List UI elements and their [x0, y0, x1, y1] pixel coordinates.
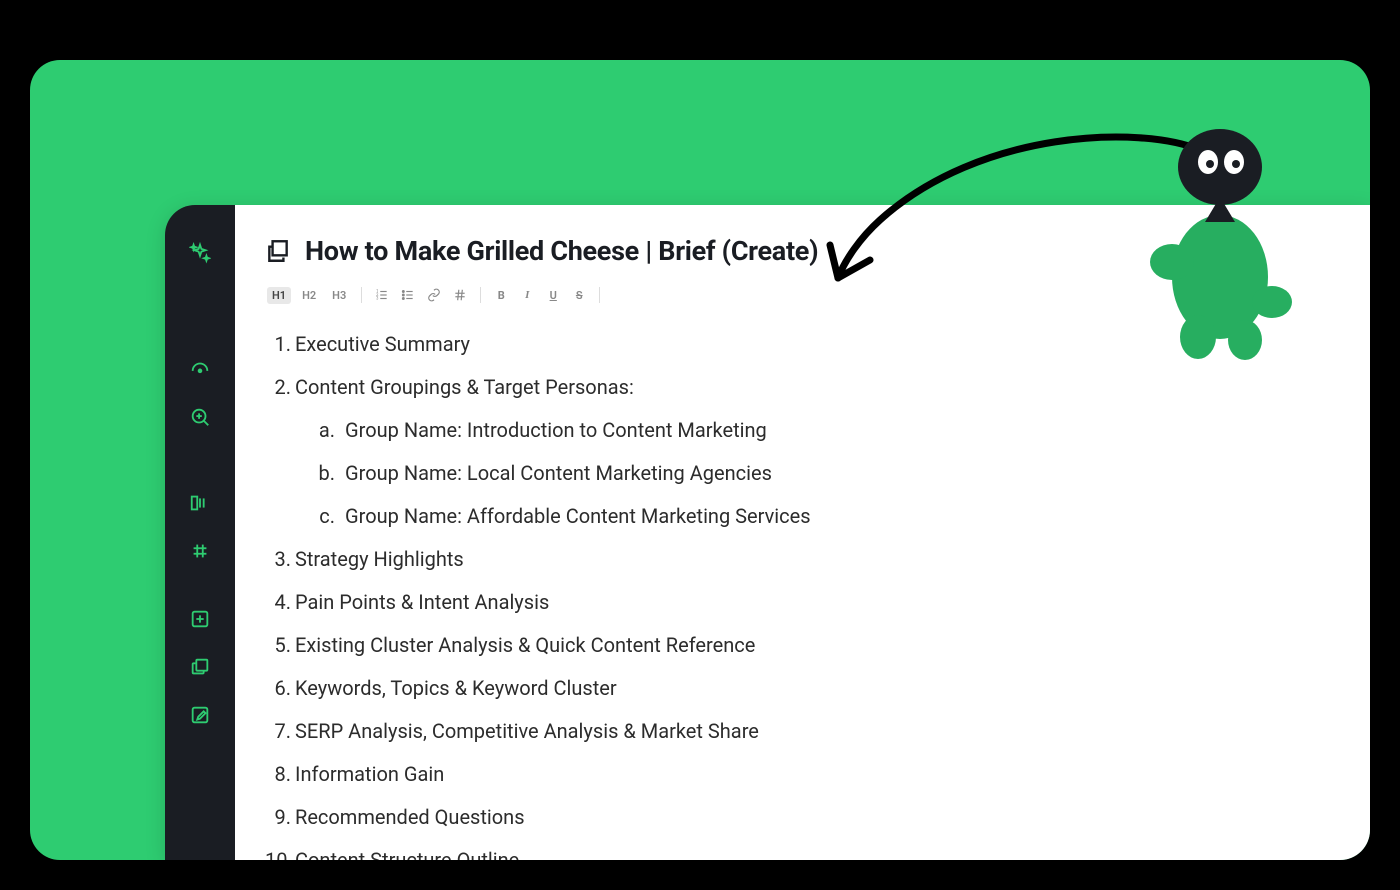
list-item[interactable]: Group Name: Introduction to Content Mark… [337, 415, 1330, 445]
list-item[interactable]: Strategy Highlights [287, 544, 1330, 574]
list-item[interactable]: Recommended Questions [287, 802, 1330, 832]
app-background-frame: How to Make Grilled Cheese | Brief (Crea… [30, 60, 1370, 860]
sidebar [165, 205, 235, 860]
edit-note-icon[interactable] [180, 695, 220, 735]
list-item[interactable]: Content Groupings & Target Personas: Gro… [287, 372, 1330, 531]
code-icon[interactable] [450, 285, 470, 305]
list-item[interactable]: Keywords, Topics & Keyword Cluster [287, 673, 1330, 703]
link-icon[interactable] [424, 285, 444, 305]
list-item[interactable]: Information Gain [287, 759, 1330, 789]
hash-icon[interactable] [180, 531, 220, 571]
list-item[interactable]: SERP Analysis, Competitive Analysis & Ma… [287, 716, 1330, 746]
list-item[interactable]: Group Name: Local Content Marketing Agen… [337, 458, 1330, 488]
heading-h2-button[interactable]: H2 [297, 287, 321, 304]
strikethrough-button[interactable]: S [569, 287, 589, 304]
italic-button[interactable]: I [517, 287, 537, 304]
list-item[interactable]: Pain Points & Intent Analysis [287, 587, 1330, 617]
svg-text:3: 3 [376, 296, 379, 301]
underline-button[interactable]: U [543, 287, 563, 304]
list-item[interactable]: Content Structure Outline [287, 845, 1330, 860]
list-item[interactable]: Group Name: Affordable Content Marketing… [337, 501, 1330, 531]
sub-list: Group Name: Introduction to Content Mark… [295, 415, 1330, 531]
page-title: How to Make Grilled Cheese | Brief (Crea… [305, 235, 818, 267]
plus-square-icon[interactable] [180, 599, 220, 639]
heading-h1-button[interactable]: H1 [267, 287, 291, 304]
toolbar-divider [361, 287, 362, 303]
outline-list: Executive Summary Content Groupings & Ta… [265, 329, 1330, 860]
mascot-character [1140, 102, 1310, 362]
toolbar-divider [599, 287, 600, 303]
search-zoom-icon[interactable] [180, 397, 220, 437]
unordered-list-icon[interactable] [398, 285, 418, 305]
bold-button[interactable]: B [491, 287, 511, 304]
list-item[interactable]: Existing Cluster Analysis & Quick Conten… [287, 630, 1330, 660]
copy-stack-icon[interactable] [180, 647, 220, 687]
columns-icon[interactable] [180, 483, 220, 523]
speedometer-icon[interactable] [180, 349, 220, 389]
toolbar-divider [480, 287, 481, 303]
sparkles-icon[interactable] [180, 233, 220, 273]
heading-h3-button[interactable]: H3 [327, 287, 351, 304]
ordered-list-icon[interactable]: 1 2 3 [372, 285, 392, 305]
page-icon [265, 238, 291, 264]
